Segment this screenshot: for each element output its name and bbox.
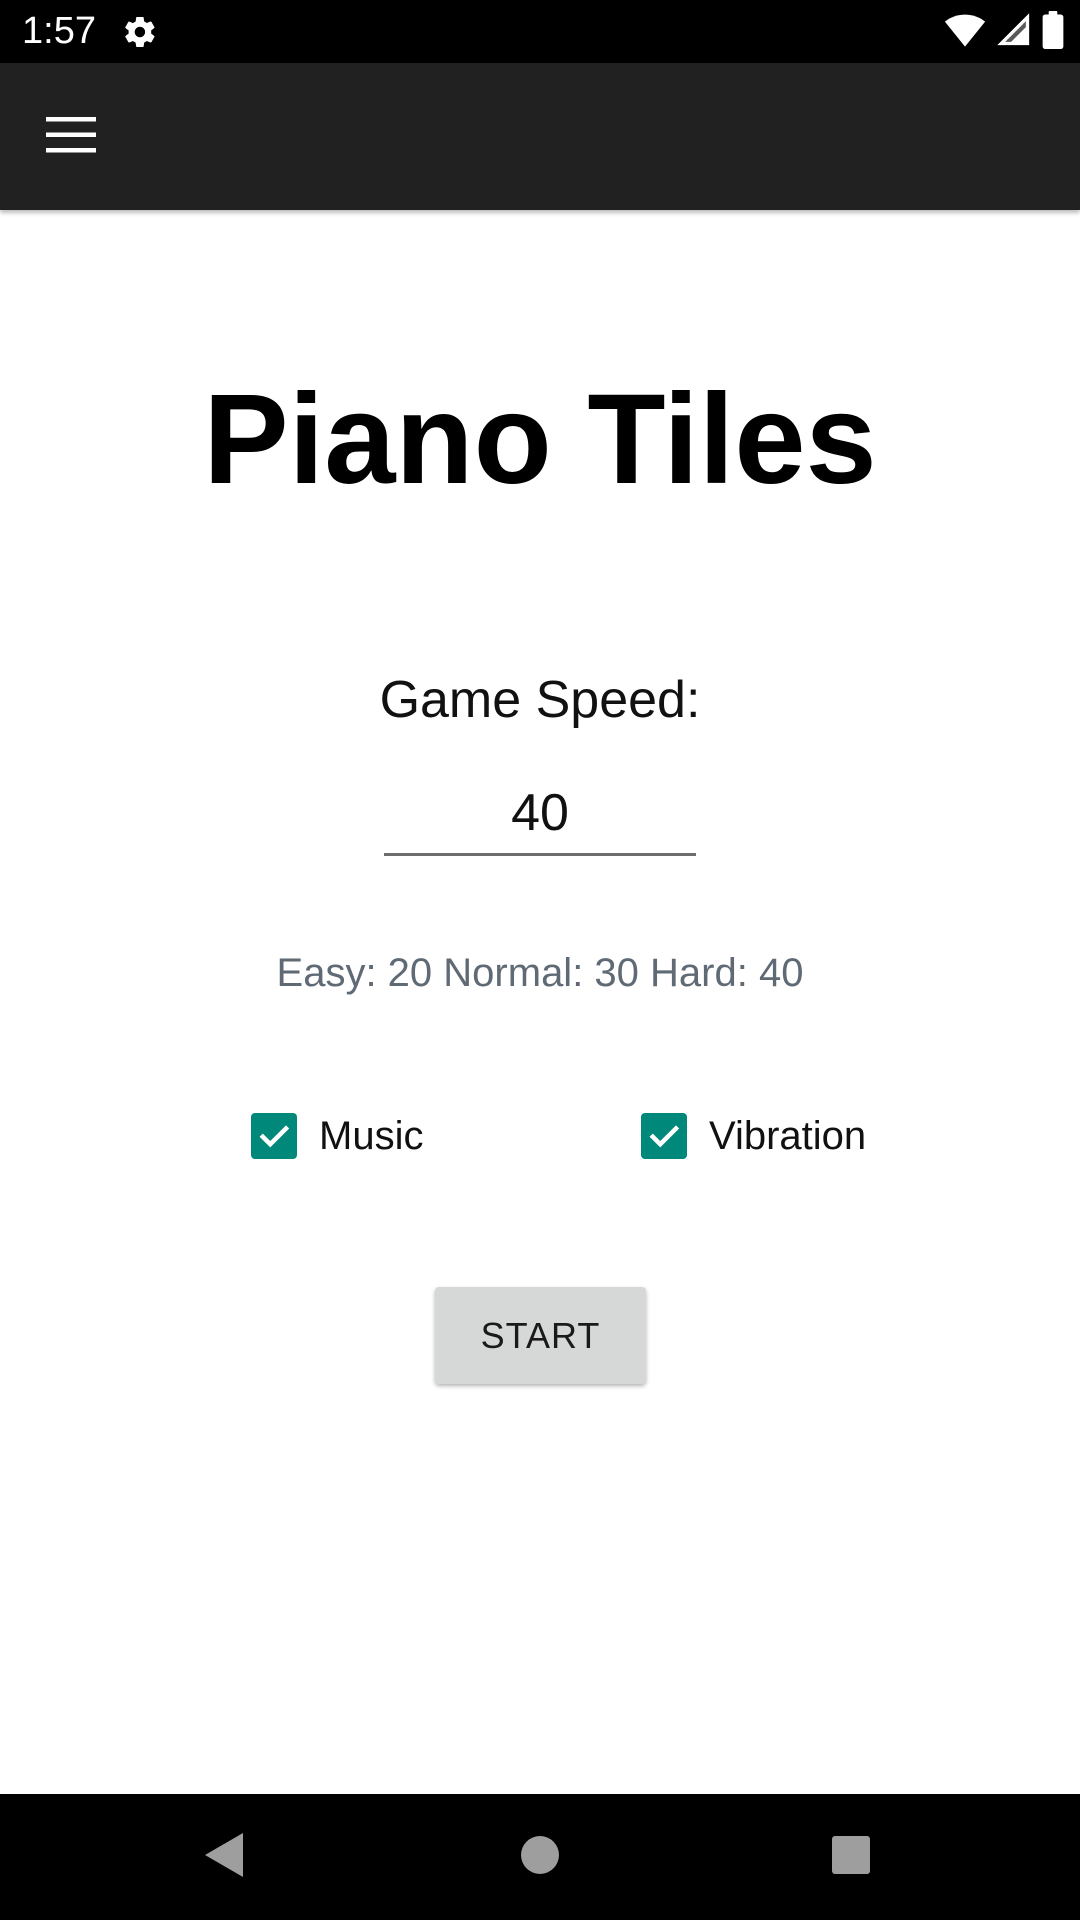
menu-button[interactable] xyxy=(30,104,114,170)
checkbox-checked-icon xyxy=(251,1113,297,1159)
recents-icon xyxy=(831,1835,871,1880)
vibration-checkbox[interactable]: Vibration xyxy=(641,1110,866,1162)
back-button[interactable] xyxy=(155,1794,295,1920)
music-label: Music xyxy=(319,1114,424,1158)
status-icons xyxy=(944,10,1064,54)
cellular-signal-icon xyxy=(996,12,1032,53)
checkbox-checked-icon xyxy=(641,1113,687,1159)
hamburger-menu-icon xyxy=(46,115,98,160)
page-title: Piano Tiles xyxy=(203,368,877,511)
home-button[interactable] xyxy=(470,1794,610,1920)
back-icon xyxy=(203,1831,247,1884)
start-button[interactable]: START xyxy=(435,1287,646,1384)
vibration-label: Vibration xyxy=(709,1114,867,1158)
music-checkbox[interactable]: Music xyxy=(251,1110,423,1162)
speed-hint: Easy: 20 Normal: 30 Hard: 40 xyxy=(276,951,804,995)
game-speed-label: Game Speed: xyxy=(379,671,701,729)
app-bar xyxy=(0,63,1080,210)
game-speed-input[interactable] xyxy=(384,773,696,856)
screen: 1:57 Piano Tiles Game Speed: 40 Easy: 20… xyxy=(0,0,1080,1920)
status-bar: 1:57 xyxy=(0,0,1080,63)
home-icon xyxy=(520,1835,560,1880)
battery-icon xyxy=(1042,10,1064,54)
wifi-icon xyxy=(944,12,986,53)
gear-icon xyxy=(122,14,158,50)
recents-button[interactable] xyxy=(781,1794,921,1920)
status-time: 1:57 xyxy=(22,10,96,52)
navigation-bar xyxy=(0,1794,1080,1920)
